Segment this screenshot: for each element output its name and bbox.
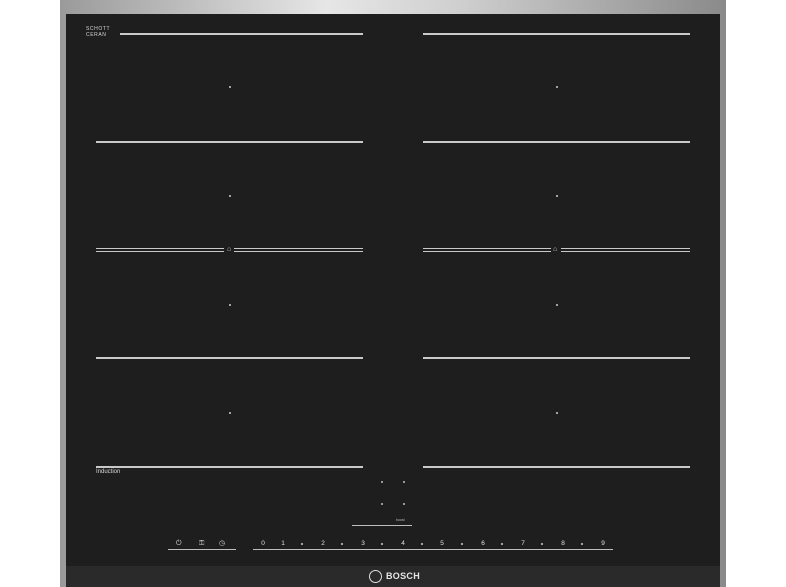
zone-center-right-2[interactable] [556,195,558,197]
zone-center-right-1[interactable] [556,86,558,88]
scale-dot[interactable] [381,543,383,545]
bosch-wordmark: BOSCH [386,571,421,581]
scale-dot[interactable] [301,543,303,545]
schott-ceran-label: SCHOTT CERAN [86,26,111,38]
zone-center-left-3[interactable] [229,304,231,306]
bridge-line-right-a [423,248,551,249]
mini-panel-line [352,525,412,526]
induction-label: Induction [96,469,121,475]
zone-center-left-2[interactable] [229,195,231,197]
center-marker [381,503,383,505]
bridge-line-right-b [423,251,551,252]
function-mini-panel: boost [352,515,412,527]
zone-divider-left-4 [96,466,363,468]
scale-dot[interactable] [461,543,463,545]
bridge-line-left-a [96,248,224,249]
zone-divider-left-2 [96,141,363,143]
zone-divider-right-2 [423,141,690,143]
center-marker [381,481,383,483]
power-level-2[interactable]: 2 [318,540,328,548]
bridge-icon-left: ⌂ [227,246,232,253]
zone-divider-left-1 [120,33,363,35]
power-level-9[interactable]: 9 [598,540,608,548]
scale-dot[interactable] [421,543,423,545]
scale-dot[interactable] [581,543,583,545]
power-level-4[interactable]: 4 [398,540,408,548]
control-strip-line-left [168,549,236,550]
power-level-3[interactable]: 3 [358,540,368,548]
bosch-logo-icon [369,570,382,583]
power-level-5[interactable]: 5 [437,540,447,548]
child-lock-icon[interactable]: ⚿ [199,539,204,548]
bridge-line-left-d [234,251,363,252]
center-marker [403,481,405,483]
power-icon[interactable]: ⏻ [176,539,182,548]
bridge-line-right-c [561,248,690,249]
zone-center-left-4[interactable] [229,412,231,414]
bridge-icon-right: ⌂ [553,246,558,253]
zone-center-right-4[interactable] [556,412,558,414]
zone-divider-right-1 [423,33,690,35]
zone-divider-right-3 [423,357,690,359]
center-marker [403,503,405,505]
scale-dot[interactable] [341,543,343,545]
zone-center-left-1[interactable] [229,86,231,88]
bridge-line-left-c [234,248,363,249]
boost-label[interactable]: boost [396,518,405,522]
power-level-0[interactable]: 0 [258,540,268,548]
glass-surface [66,14,720,566]
power-level-8[interactable]: 8 [558,540,568,548]
power-level-7[interactable]: 7 [518,540,528,548]
zone-divider-left-3 [96,357,363,359]
zone-divider-right-4 [423,466,690,468]
power-level-1[interactable]: 1 [278,540,288,548]
control-strip-line-right [253,549,613,550]
bridge-line-left-b [96,251,224,252]
bridge-line-right-d [561,251,690,252]
timer-icon[interactable]: ◷ [219,539,225,548]
zone-center-right-3[interactable] [556,304,558,306]
scale-dot[interactable] [541,543,543,545]
scale-dot[interactable] [501,543,503,545]
power-level-6[interactable]: 6 [478,540,488,548]
